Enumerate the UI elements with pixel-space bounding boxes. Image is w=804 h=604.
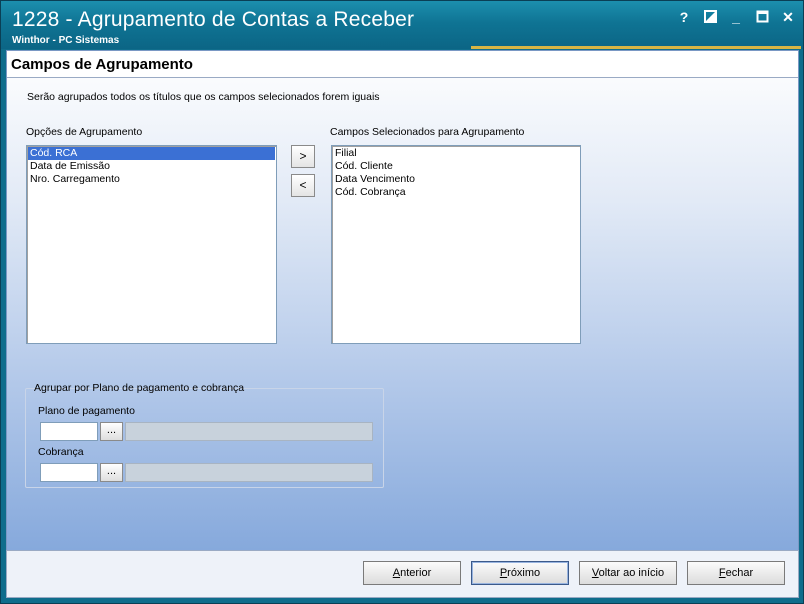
window-subtitle: Winthor - PC Sistemas (12, 35, 120, 46)
remove-field-button[interactable]: < (291, 174, 315, 197)
add-field-button[interactable]: > (291, 145, 315, 168)
list-item[interactable]: Cód. Cliente (333, 160, 579, 173)
selected-listbox[interactable]: Filial Cód. Cliente Data Vencimento Cód.… (331, 145, 581, 344)
next-label: róximo (507, 567, 541, 579)
options-label: Opções de Agrupamento (26, 126, 143, 138)
selected-label: Campos Selecionados para Agrupamento (330, 126, 525, 138)
back-label: oltar ao início (598, 567, 665, 579)
cobranca-label: Cobrança (38, 446, 84, 458)
help-button[interactable]: ? (675, 8, 693, 26)
window-controls: ? _ ✕ (675, 8, 797, 26)
plano-code-input[interactable] (40, 422, 98, 441)
list-item[interactable]: Filial (333, 147, 579, 160)
cobranca-code-input[interactable] (40, 463, 98, 482)
title-accent-line (471, 46, 801, 49)
back-accel: V (591, 567, 599, 579)
application-window: 1228 - Agrupamento de Contas a Receber W… (0, 0, 804, 604)
header-band: Campos de Agrupamento (7, 51, 798, 78)
close-wizard-button[interactable]: Fechar (687, 561, 785, 585)
next-button[interactable]: Próximo (471, 561, 569, 585)
close-accel: F (718, 567, 726, 579)
footer-bar: Anterior Próximo Voltar ao início Fechar (6, 550, 799, 598)
minimize-button[interactable]: _ (727, 8, 745, 26)
cobranca-lookup-button[interactable]: ... (100, 463, 123, 482)
plano-description-field (125, 422, 373, 441)
close-label: echar (725, 567, 754, 579)
page-title: Campos de Agrupamento (11, 56, 193, 73)
maximize-icon[interactable] (753, 8, 771, 26)
title-bar[interactable]: 1228 - Agrupamento de Contas a Receber W… (1, 1, 803, 49)
list-item[interactable]: Cód. Cobrança (333, 186, 579, 199)
list-item[interactable]: Data de Emissão (28, 160, 275, 173)
group-title: Agrupar por Plano de pagamento e cobranç… (34, 382, 245, 394)
previous-label: nterior (400, 567, 432, 579)
cobranca-description-field (125, 463, 373, 482)
list-item[interactable]: Cód. RCA (28, 147, 275, 160)
previous-accel: A (392, 567, 401, 579)
list-item[interactable]: Data Vencimento (333, 173, 579, 186)
plano-label: Plano de pagamento (38, 405, 135, 417)
plano-lookup-button[interactable]: ... (100, 422, 123, 441)
previous-button[interactable]: Anterior (363, 561, 461, 585)
window-title: 1228 - Agrupamento de Contas a Receber (12, 8, 415, 31)
options-listbox[interactable]: Cód. RCA Data de Emissão Nro. Carregamen… (26, 145, 277, 344)
list-item[interactable]: Nro. Carregamento (28, 173, 275, 186)
page-description: Serão agrupados todos os títulos que os … (27, 91, 380, 103)
close-button[interactable]: ✕ (779, 8, 797, 26)
payment-group-box: Agrupar por Plano de pagamento e cobranç… (25, 382, 384, 488)
wizard-content: Campos de Agrupamento Serão agrupados to… (6, 50, 799, 551)
back-to-start-button[interactable]: Voltar ao início (579, 561, 677, 585)
restore-icon[interactable] (701, 8, 719, 26)
